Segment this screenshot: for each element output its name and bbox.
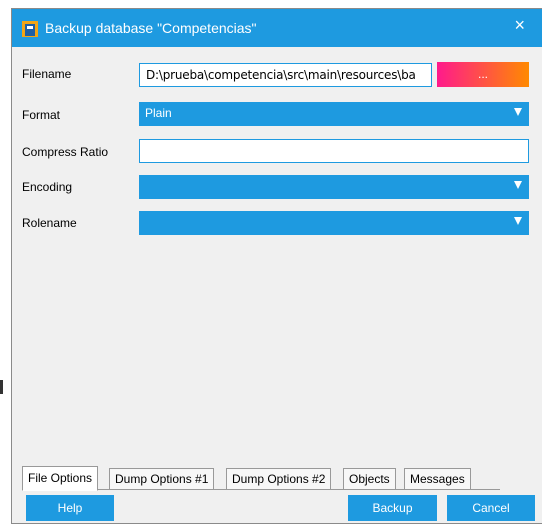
- compress-ratio-input[interactable]: [139, 139, 529, 163]
- tab-objects[interactable]: Objects: [343, 468, 396, 490]
- window-title: Backup database "Competencias": [45, 20, 257, 36]
- encoding-select[interactable]: [139, 175, 529, 199]
- rolename-select[interactable]: [139, 211, 529, 235]
- chevron-down-icon: [514, 181, 522, 189]
- format-select[interactable]: Plain: [139, 102, 529, 126]
- format-label: Format: [22, 108, 61, 122]
- format-select-value: Plain: [145, 106, 172, 120]
- rolename-label: Rolename: [22, 216, 77, 230]
- backup-dialog: Backup database "Competencias" × Filenam…: [11, 8, 542, 524]
- close-icon[interactable]: ×: [514, 15, 525, 36]
- browse-button[interactable]: ...: [437, 62, 529, 87]
- help-button[interactable]: Help: [26, 495, 114, 521]
- tab-file-options[interactable]: File Options: [22, 466, 99, 491]
- background-edge-mark: [0, 380, 3, 394]
- chevron-down-icon: [514, 108, 522, 116]
- tab-dump-options-2[interactable]: Dump Options #2: [226, 468, 332, 490]
- backup-button[interactable]: Backup: [348, 495, 437, 521]
- compress-ratio-label: Compress Ratio: [22, 145, 109, 159]
- filename-label: Filename: [22, 67, 72, 81]
- cancel-button[interactable]: Cancel: [447, 495, 535, 521]
- database-backup-icon: [22, 21, 38, 37]
- title-bar[interactable]: Backup database "Competencias" ×: [12, 9, 542, 47]
- tab-messages[interactable]: Messages: [404, 468, 471, 490]
- chevron-down-icon: [514, 217, 522, 225]
- filename-input[interactable]: D:\prueba\competencia\src\main\resources…: [139, 63, 432, 87]
- encoding-label: Encoding: [22, 180, 73, 194]
- tab-dump-options-1[interactable]: Dump Options #1: [109, 468, 215, 490]
